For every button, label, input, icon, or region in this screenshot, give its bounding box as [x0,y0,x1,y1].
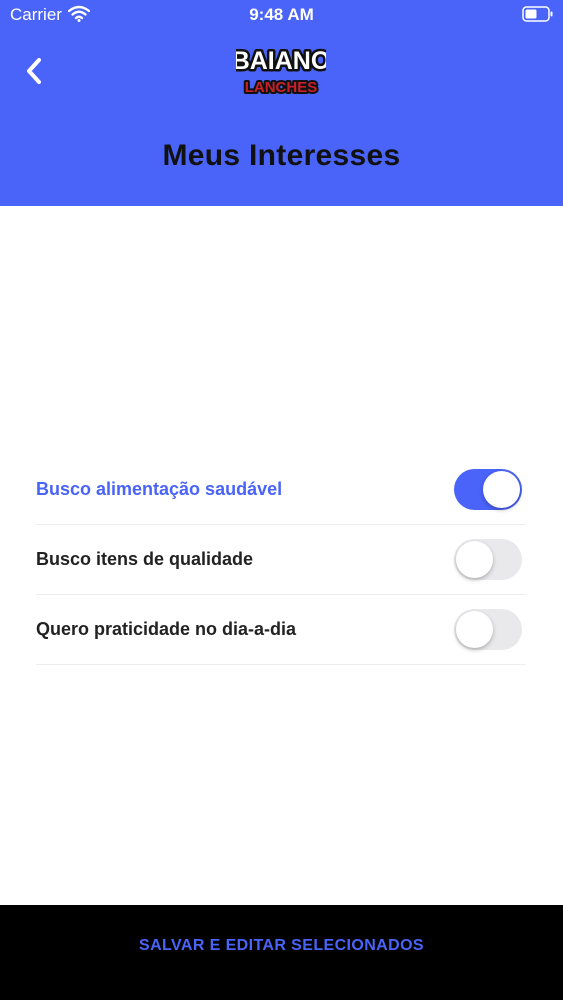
status-bar: Carrier 9:48 AM [0,0,563,30]
interest-label: Busco itens de qualidade [36,549,254,569]
back-button[interactable] [18,54,50,88]
interest-row-healthy-food: Busco alimentação saudável [36,455,526,525]
page-title: Meus Interesses [162,139,401,172]
brand-logo: BAIANO LANCHES [236,45,326,99]
toggle-knob [456,611,493,648]
toggle-knob [483,471,520,508]
save-selected-button[interactable]: SALVAR E EDITAR SELECIONADOS [0,905,563,986]
interest-row-daily-practicality: Quero praticidade no dia-a-dia [36,595,526,665]
daily-practicality-toggle[interactable] [454,609,522,650]
status-time: 9:48 AM [249,5,314,24]
footer: SALVAR E EDITAR SELECIONADOS [0,905,563,1000]
healthy-food-toggle[interactable] [454,469,522,510]
logo-text-top: BAIANO [236,47,326,75]
interest-label: Busco alimentação saudável [36,479,283,499]
interest-list: Busco alimentação saudável Busco itens d… [36,455,526,665]
header: Carrier 9:48 AM BAIANO LANCHES Meus Inte… [0,0,563,206]
quality-items-toggle[interactable] [454,539,522,580]
logo-text-bottom: LANCHES [245,79,318,96]
toggle-knob [456,541,493,578]
battery-icon [522,6,553,22]
interest-row-quality-items: Busco itens de qualidade [36,525,526,595]
chevron-left-icon [27,58,41,84]
interest-label: Quero praticidade no dia-a-dia [36,619,297,639]
